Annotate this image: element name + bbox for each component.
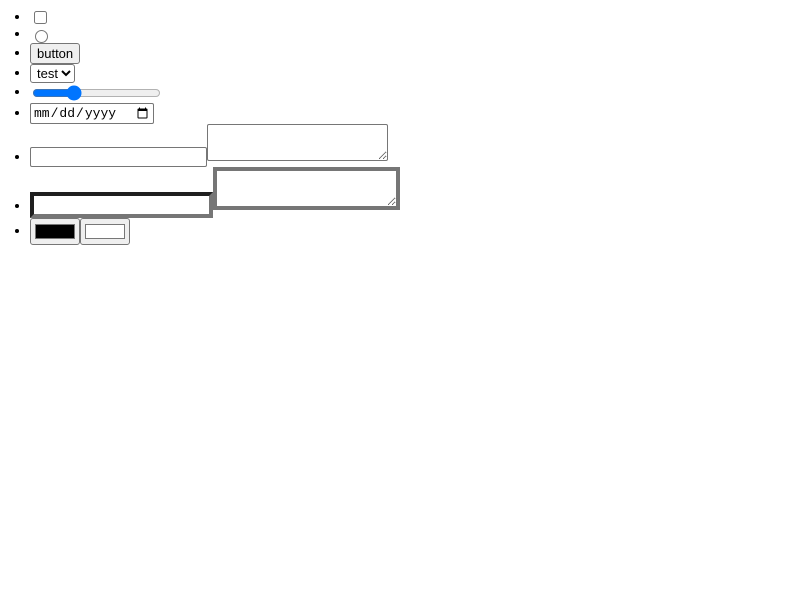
thick-border-textarea[interactable] (213, 166, 400, 210)
thick-border-text-input[interactable] (30, 192, 213, 218)
list-item-checkbox (30, 8, 800, 27)
list-item-radio (30, 27, 800, 43)
range-slider[interactable] (32, 85, 161, 101)
textarea[interactable] (207, 124, 388, 161)
list-item-range (30, 83, 800, 103)
color-picker-black[interactable] (30, 218, 80, 245)
list-item-colors (30, 218, 800, 245)
text-input[interactable] (30, 146, 207, 167)
list-item-date (30, 103, 800, 124)
list-item-thick-text-and-textarea (30, 166, 800, 218)
push-button[interactable]: button (30, 43, 81, 64)
list-item-button: button (30, 43, 800, 64)
date-input[interactable] (30, 103, 154, 124)
radio-button[interactable] (35, 30, 48, 43)
color-picker-white[interactable] (80, 218, 130, 245)
test-select[interactable]: test (30, 64, 75, 83)
form-controls-list: button test (0, 0, 800, 245)
list-item-select: test (30, 64, 800, 83)
checkbox[interactable] (34, 11, 47, 24)
list-item-text-and-textarea (30, 124, 800, 167)
